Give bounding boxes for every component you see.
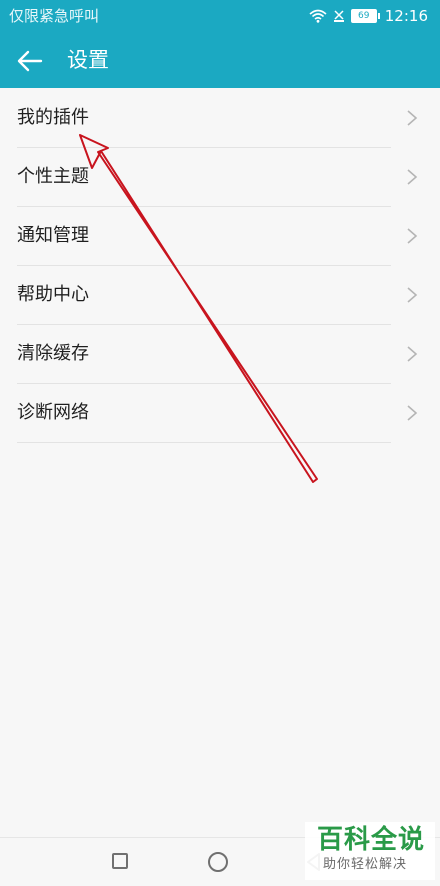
divider <box>17 442 391 443</box>
settings-item-help-center[interactable]: 帮助中心 <box>0 266 440 325</box>
recent-apps-icon[interactable] <box>112 853 128 869</box>
app-bar: 设置 <box>0 33 440 88</box>
settings-item-label: 清除缓存 <box>17 343 89 364</box>
settings-item-network-diagnosis[interactable]: 诊断网络 <box>0 384 440 443</box>
battery-icon: 69 <box>350 9 380 23</box>
status-bar: 仅限紧急呼叫 69 12:16 <box>0 0 440 33</box>
chevron-right-icon <box>407 228 418 244</box>
settings-item-label: 个性主题 <box>17 166 89 187</box>
settings-item-clear-cache[interactable]: 清除缓存 <box>0 325 440 384</box>
status-time: 12:16 <box>384 7 428 25</box>
settings-item-theme[interactable]: 个性主题 <box>0 148 440 207</box>
back-button[interactable] <box>14 45 46 77</box>
page-title: 设置 <box>67 48 109 72</box>
status-carrier-text: 仅限紧急呼叫 <box>9 7 100 25</box>
chevron-right-icon <box>407 287 418 303</box>
chevron-right-icon <box>407 169 418 185</box>
chevron-right-icon <box>407 405 418 421</box>
settings-item-label: 我的插件 <box>17 107 89 128</box>
chevron-right-icon <box>407 110 418 126</box>
settings-list: 我的插件 个性主题 通知管理 帮助中心 清除缓存 诊断网络 <box>0 89 440 443</box>
home-icon[interactable] <box>208 852 228 872</box>
no-sim-icon <box>333 9 345 23</box>
settings-item-my-plugins[interactable]: 我的插件 <box>0 89 440 148</box>
status-icons: 69 12:16 <box>303 6 428 26</box>
battery-level: 69 <box>350 9 380 23</box>
watermark-subtitle: 助你轻松解决 <box>323 857 408 872</box>
watermark: 百科全说 助你轻松解决 <box>305 822 435 880</box>
chevron-right-icon <box>407 346 418 362</box>
arrow-left-icon <box>17 50 43 72</box>
wifi-icon <box>309 9 327 23</box>
settings-item-label: 通知管理 <box>17 225 89 246</box>
settings-item-notifications[interactable]: 通知管理 <box>0 207 440 266</box>
watermark-title: 百科全说 <box>317 825 426 855</box>
settings-item-label: 帮助中心 <box>17 284 89 305</box>
settings-item-label: 诊断网络 <box>17 402 89 423</box>
